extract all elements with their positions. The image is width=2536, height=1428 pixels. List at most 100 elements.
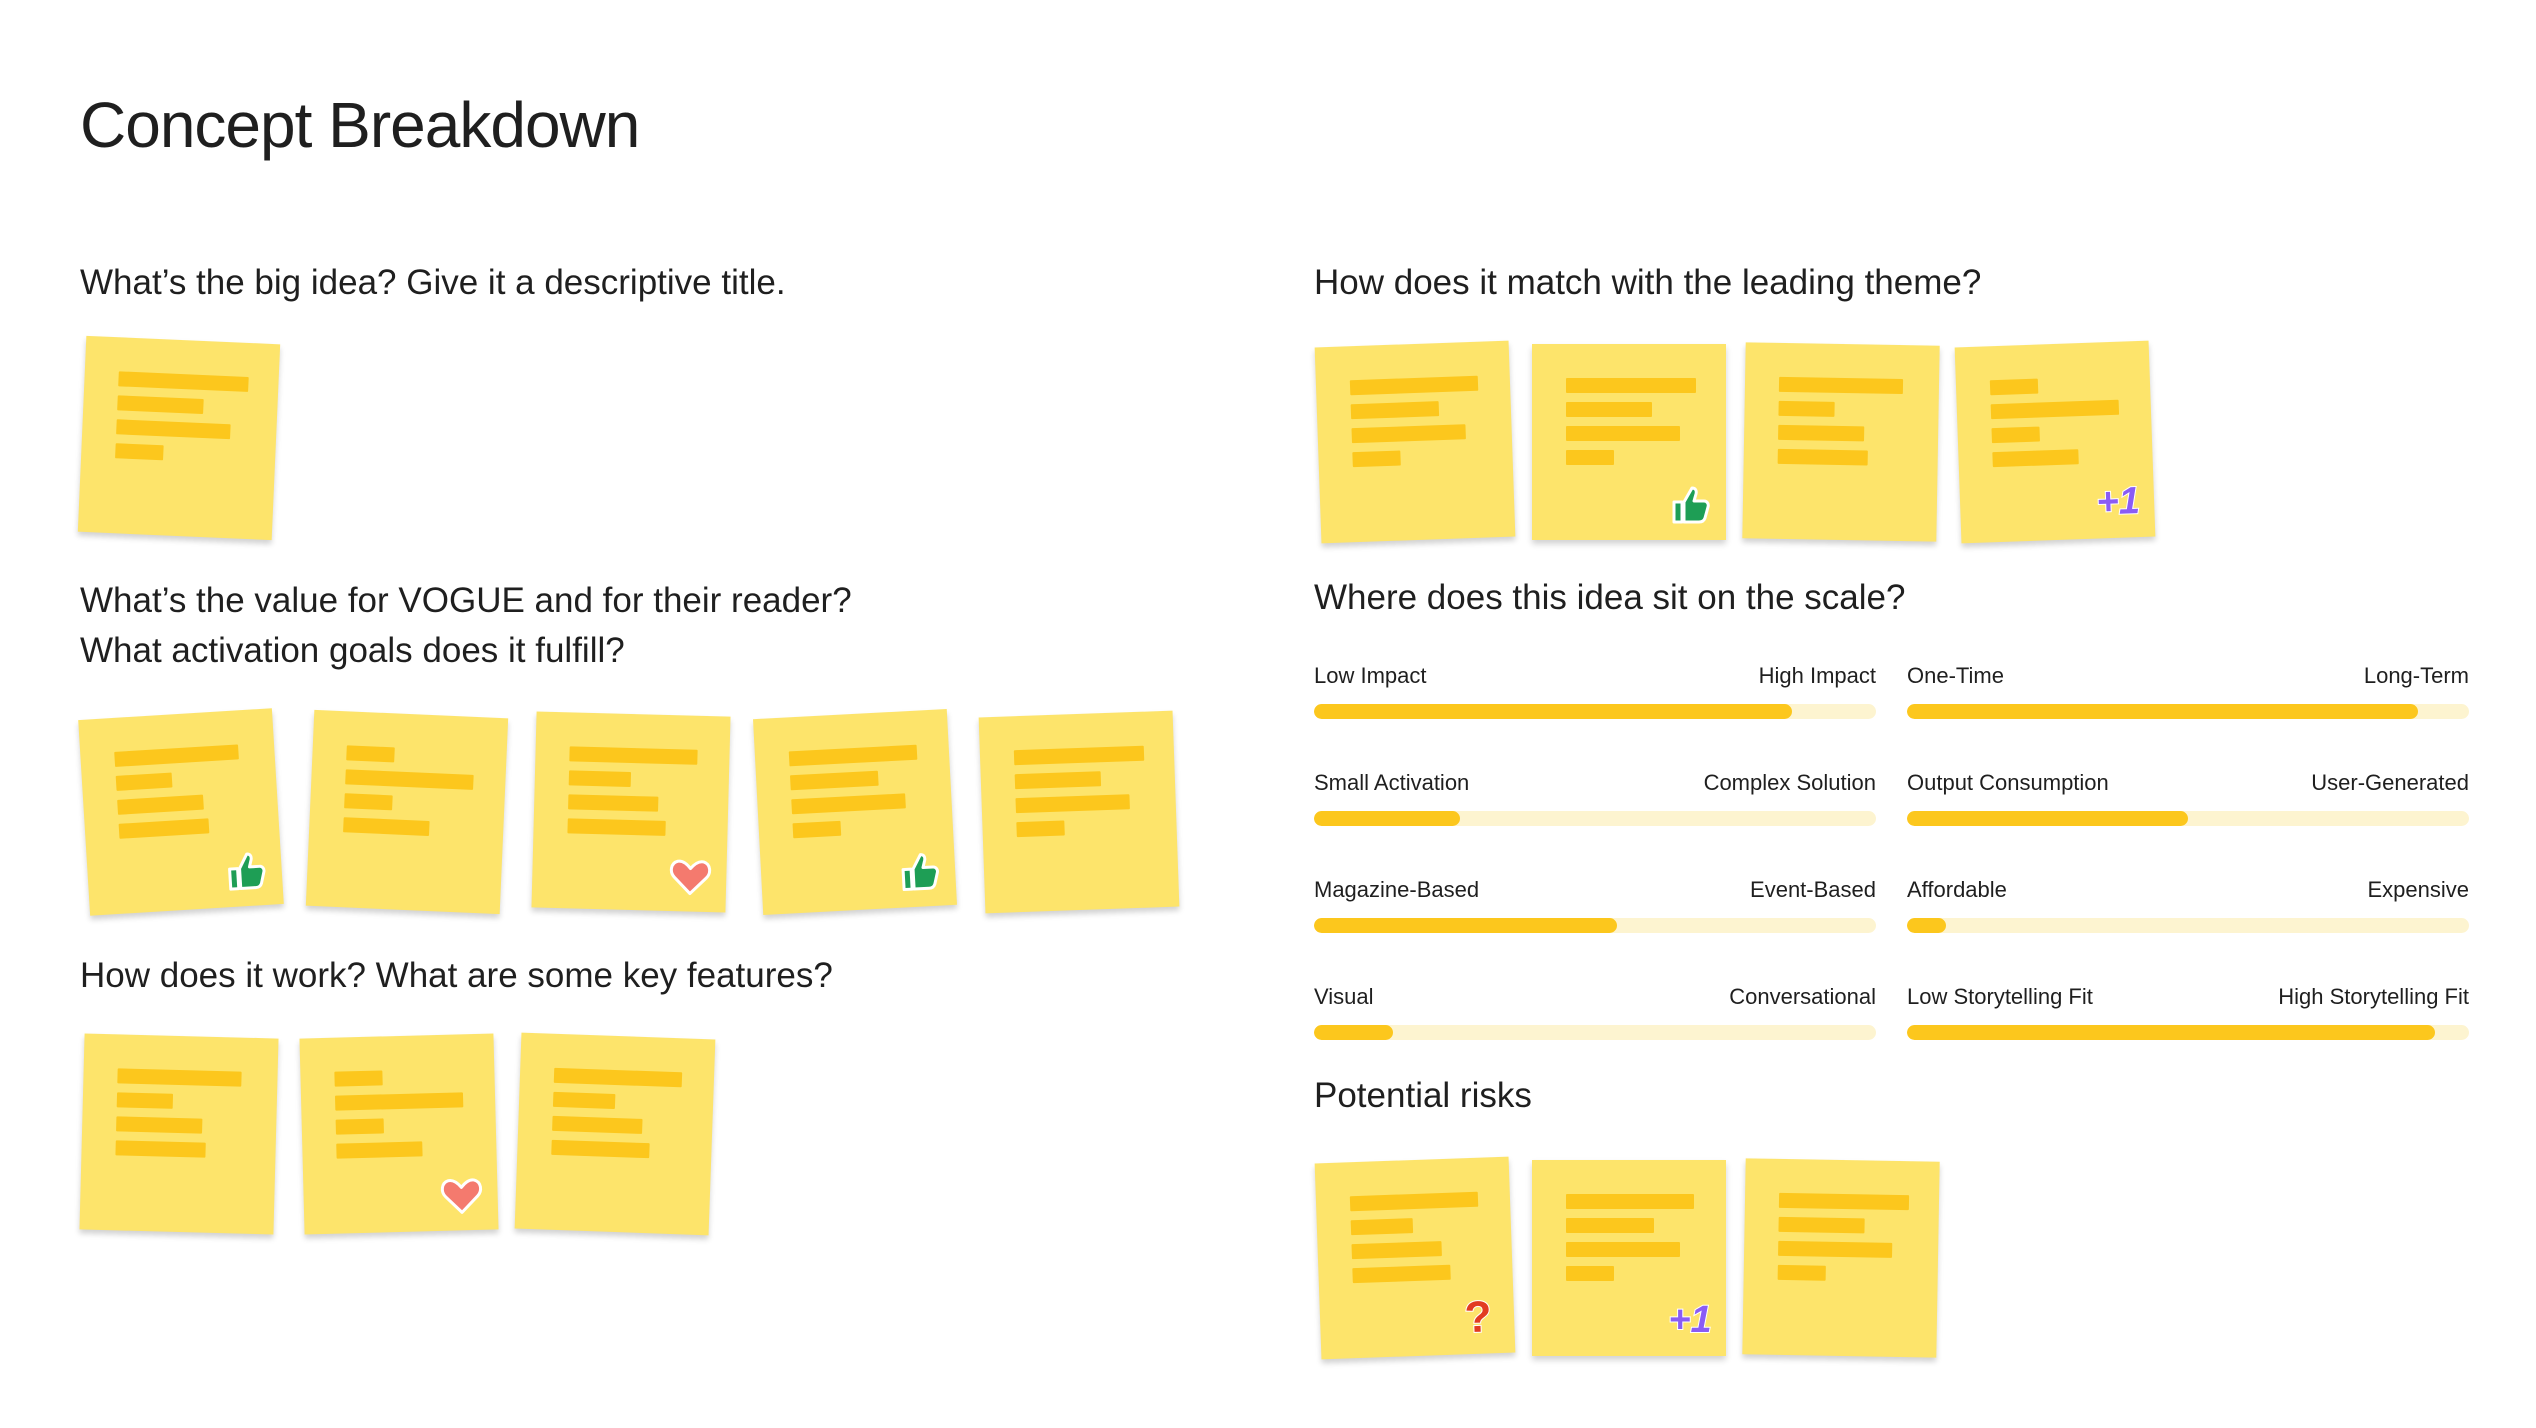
sticky-note[interactable]: +1 (1532, 1160, 1726, 1356)
scale-slider[interactable]: Output Consumption User-Generated (1907, 769, 2469, 839)
sticky-note[interactable] (753, 709, 957, 915)
sticky-note-text-line (1566, 1194, 1694, 1209)
scale-slider[interactable]: Magazine-Based Event-Based (1314, 876, 1876, 946)
sticky-note-text-line (1350, 401, 1440, 420)
scale-slider[interactable]: Low Storytelling Fit High Storytelling Fi… (1907, 983, 2469, 1053)
sticky-note-text-line (1566, 378, 1696, 393)
sticky-note-text-line (1566, 1266, 1614, 1281)
sticky-note[interactable] (531, 711, 731, 913)
scale-fill (1314, 704, 1792, 719)
sticky-note-text-line (568, 770, 632, 787)
sticky-note-text-line (1351, 1241, 1442, 1260)
scale-fill (1907, 918, 1947, 933)
sticky-note-text-line (1990, 399, 2120, 420)
sticky-note-text-line (552, 1091, 616, 1109)
thumbs-up-icon (220, 845, 271, 896)
scale-slider[interactable]: Low Impact High Impact (1314, 662, 1876, 732)
sticky-note-text-line (114, 744, 239, 767)
sticky-note[interactable] (1742, 1158, 1940, 1358)
sticky-note[interactable] (1742, 342, 1940, 542)
sticky-note-text-line (792, 820, 842, 839)
scale-right-label: User-Generated (2311, 770, 2469, 795)
scale-left-label: Magazine-Based (1314, 877, 1480, 902)
sticky-note-text-line (346, 745, 395, 763)
sticky-note-text-line (1778, 424, 1865, 442)
sticky-note-text-line (334, 1092, 464, 1111)
scale-slider[interactable]: Visual Conversational (1314, 983, 1876, 1053)
scale-track[interactable] (1907, 811, 2469, 826)
scale-track[interactable] (1314, 704, 1876, 719)
scale-left-label: Small Activation (1314, 770, 1470, 795)
sticky-note-text-line (1352, 1264, 1451, 1284)
scale-left-label: One-Time (1907, 663, 2004, 688)
scale-track[interactable] (1314, 1025, 1876, 1040)
sticky-note[interactable]: ? (1314, 1156, 1516, 1360)
sticky-note[interactable] (978, 710, 1180, 914)
sticky-note-text-line (115, 1140, 206, 1158)
sticky-note-text-line (1778, 376, 1904, 395)
sticky-note-text-line (788, 744, 918, 767)
sticky-note-text-line (117, 794, 204, 815)
sticky-note-text-line (336, 1141, 423, 1159)
sticky-note-text-line (1777, 1264, 1826, 1281)
scale-track[interactable] (1907, 704, 2469, 719)
sticky-note[interactable] (77, 335, 281, 541)
sticky-note-text-line (335, 1118, 384, 1135)
question-value-line1: What’s the value for VOGUE and for their… (80, 581, 852, 620)
sticky-note-text-line (116, 1092, 174, 1109)
scale-track[interactable] (1314, 918, 1876, 933)
sticky-note-text-line (1778, 1216, 1865, 1234)
scale-track[interactable] (1907, 1025, 2469, 1040)
sticky-note-text-line (1778, 400, 1835, 417)
sticky-note-text-line (1349, 1191, 1479, 1212)
scale-fill (1907, 1025, 2436, 1040)
sticky-note-text-line (1777, 448, 1868, 466)
sticky-note-text-line (551, 1139, 650, 1159)
scale-slider[interactable]: Small Activation Complex Solution (1314, 769, 1876, 839)
sticky-note-text-line (334, 1070, 383, 1087)
sticky-note[interactable]: +1 (1954, 340, 2156, 544)
sticky-note-text-line (1351, 424, 1466, 444)
scale-right-label: Complex Solution (1703, 770, 1876, 795)
sticky-note-text-line (1352, 450, 1401, 468)
scale-left-label: Affordable (1907, 877, 2007, 902)
question-value: What’s the value for VOGUE and for their… (80, 576, 852, 676)
sticky-note-text-line (569, 746, 698, 765)
sticky-note-text-line (1015, 794, 1130, 814)
sticky-note-text-line (1566, 426, 1680, 441)
sticky-note-text-line (789, 770, 879, 791)
page-title: Concept Breakdown (80, 89, 640, 161)
sticky-note-text-line (1566, 402, 1652, 417)
sticky-note-text-line (1778, 1240, 1893, 1258)
scale-track[interactable] (1907, 918, 2469, 933)
sticky-note-text-line (116, 1116, 203, 1134)
sticky-note-text-line (1566, 450, 1614, 465)
sticky-note[interactable] (299, 1033, 499, 1235)
scale-slider[interactable]: Affordable Expensive (1907, 876, 2469, 946)
heart-icon (437, 1170, 486, 1219)
sticky-note-text-line (552, 1115, 643, 1134)
scale-track[interactable] (1314, 811, 1876, 826)
sticky-note-text-line (118, 818, 210, 839)
sticky-note[interactable] (305, 709, 509, 915)
question-risks: Potential risks (1314, 1076, 1532, 1115)
sticky-note-text-line (1778, 1192, 1910, 1211)
scale-slider[interactable]: One-Time Long-Term (1907, 662, 2469, 732)
question-features: How does it work? What are some key feat… (80, 956, 833, 995)
scale-right-label: High Storytelling Fit (2278, 984, 2469, 1009)
sticky-note[interactable] (514, 1032, 716, 1236)
sticky-note[interactable] (79, 1033, 279, 1235)
sticky-note-text-line (791, 793, 906, 815)
question-theme: How does it match with the leading theme… (1314, 263, 1982, 302)
sticky-note-text-line (117, 1068, 242, 1087)
scale-left-label: Low Impact (1314, 663, 1427, 688)
scale-left-label: Low Storytelling Fit (1907, 984, 2093, 1009)
sticky-note[interactable] (1314, 340, 1516, 544)
sticky-note-text-line (117, 395, 204, 415)
sticky-note[interactable] (1532, 344, 1726, 540)
sticky-note-text-line (1992, 449, 2079, 468)
sticky-note-text-line (1566, 1218, 1654, 1233)
sticky-note[interactable] (78, 708, 284, 916)
scale-left-label: Visual (1314, 984, 1374, 1009)
scale-left-label: Output Consumption (1907, 770, 2109, 795)
